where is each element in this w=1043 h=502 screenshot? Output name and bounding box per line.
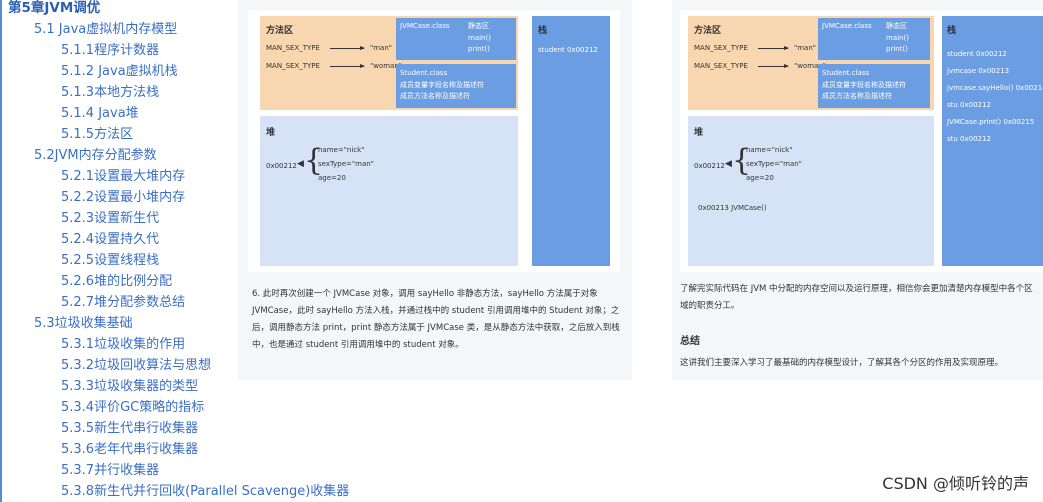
arrow-left-icon: ◀ bbox=[725, 159, 732, 169]
method-area-box: 方法区 MAN_SEX_TYPE "man" MAN_SEX_TYPE "wom… bbox=[688, 16, 934, 110]
static-area-label: 静态区 bbox=[886, 22, 907, 30]
field-man-sex-type-1: MAN_SEX_TYPE bbox=[266, 44, 320, 52]
toc-item-5-3-1[interactable]: 5.3.1垃圾收集的作用 bbox=[61, 337, 185, 353]
obj-age: age=20 bbox=[318, 174, 346, 182]
method-area-title: 方法区 bbox=[694, 26, 722, 36]
heap-address: 0x00212 bbox=[694, 162, 725, 170]
toc-item-5-3-5[interactable]: 5.3.5新生代串行收集器 bbox=[61, 421, 198, 437]
heap-box: 堆 0x00212 ◀ { name="nick" sexType="man" … bbox=[688, 116, 934, 266]
toc-item-5-2-3[interactable]: 5.2.3设置新生代 bbox=[61, 211, 159, 227]
obj-age: age=20 bbox=[746, 174, 774, 182]
stack-item: student 0x00212 bbox=[947, 50, 1007, 58]
stack-item: jvmcase 0x00213 bbox=[947, 67, 1010, 75]
summary-text: 这讲我们主要深入学习了最基础的内存模型设计，了解其各个分区的作用及实现原理。 bbox=[680, 358, 1004, 368]
toc-item-5-3-8[interactable]: 5.3.8新生代并行回收(Parallel Scavenge)收集器 bbox=[61, 484, 349, 500]
table-of-contents: 第5章JVM调优 5.1 Java虚拟机内存模型 5.1.1程序计数器 5.1.… bbox=[0, 0, 349, 502]
toc-item-5-2-2[interactable]: 5.2.2设置最小堆内存 bbox=[61, 190, 185, 206]
print-method: print() bbox=[468, 45, 490, 53]
student-class-box: Student.class 成员变量字段名称及描述符 成员方法名称及描述符 bbox=[818, 64, 930, 108]
stack-item: student 0x00212 bbox=[538, 46, 598, 54]
toc-item-5-2-4[interactable]: 5.2.4设置持久代 bbox=[61, 232, 159, 248]
main-method: main() bbox=[886, 34, 909, 42]
toc-item-5-2-6[interactable]: 5.2.6堆的比例分配 bbox=[61, 274, 172, 290]
stack-box: 栈 student 0x00212 bbox=[532, 16, 610, 266]
heap-box: 堆 0x00212 ◀ { name="nick" sexType="man" … bbox=[260, 116, 518, 266]
obj-sextype: sexType="man" bbox=[318, 160, 374, 168]
arrow-icon bbox=[758, 46, 789, 50]
method-area-box: 方法区 MAN_SEX_TYPE "man" MAN_SEX_TYPE "wom… bbox=[260, 16, 518, 110]
toc-item-5-3-7[interactable]: 5.3.7并行收集器 bbox=[61, 463, 159, 479]
method-area-title: 方法区 bbox=[266, 26, 294, 36]
student-methods: 成员方法名称及描述符 bbox=[400, 92, 470, 100]
obj-sextype: sexType="man" bbox=[746, 160, 802, 168]
arrow-icon bbox=[330, 64, 365, 68]
student-fields: 成员变量字段名称及描述符 bbox=[400, 81, 484, 89]
toc-item-5-2-5[interactable]: 5.2.5设置线程栈 bbox=[61, 253, 159, 269]
toc-item-5-3-4[interactable]: 5.3.4评价GC策略的指标 bbox=[61, 400, 204, 416]
jvmcase-object: 0x00213 JVMCase() bbox=[698, 204, 767, 212]
toc-item-5-1-4[interactable]: 5.1.4 Java堆 bbox=[61, 106, 139, 122]
stack-title: 栈 bbox=[947, 26, 957, 36]
toc-item-5-3-2[interactable]: 5.3.2垃圾回收算法与思想 bbox=[61, 358, 211, 374]
toc-item-5-3-6[interactable]: 5.3.6老年代串行收集器 bbox=[61, 442, 198, 458]
right-screenshot-panel: 方法区 MAN_SEX_TYPE "man" MAN_SEX_TYPE "wom… bbox=[672, 0, 1043, 380]
value-man: "man" bbox=[370, 44, 392, 52]
static-area-label: 静态区 bbox=[468, 22, 489, 30]
toc-item-5-1-2[interactable]: 5.1.2 Java虚拟机栈 bbox=[61, 64, 178, 80]
main-method: main() bbox=[468, 34, 491, 42]
stack-item: JVMCase.print() 0x00215 bbox=[947, 118, 1035, 126]
toc-item-5-2-1[interactable]: 5.2.1设置最大堆内存 bbox=[61, 169, 185, 185]
stack-box: 栈 student 0x00212 jvmcase 0x00213 jvmcas… bbox=[942, 16, 1043, 266]
jvmcase-class-box: JVMCase.class 静态区 main() print() bbox=[396, 18, 516, 60]
toc-item-5-2-7[interactable]: 5.2.7堆分配参数总结 bbox=[61, 295, 185, 311]
obj-name: name="nick" bbox=[746, 146, 793, 154]
field-man-sex-type-2: MAN_SEX_TYPE bbox=[694, 62, 748, 70]
student-methods: 成员方法名称及描述符 bbox=[822, 92, 892, 100]
right-memory-diagram: 方法区 MAN_SEX_TYPE "man" MAN_SEX_TYPE "wom… bbox=[680, 10, 1043, 272]
toc-item-5-3-3[interactable]: 5.3.3垃圾收集器的类型 bbox=[61, 379, 198, 395]
arrow-left-icon: ◀ bbox=[297, 159, 304, 169]
stack-item: jvmcase.sayHello() 0x00214 bbox=[947, 84, 1043, 92]
heap-title: 堆 bbox=[266, 128, 276, 138]
csdn-watermark: CSDN @倾听铃的声 bbox=[882, 474, 1029, 493]
toc-item-5-1[interactable]: 5.1 Java虚拟机内存模型 bbox=[34, 22, 177, 38]
obj-name: name="nick" bbox=[318, 146, 365, 154]
toc-item-5-1-1[interactable]: 5.1.1程序计数器 bbox=[61, 43, 159, 59]
field-man-sex-type-2: MAN_SEX_TYPE bbox=[266, 62, 320, 70]
jvmcase-class-label: JVMCase.class bbox=[400, 22, 450, 30]
arrow-icon bbox=[758, 64, 789, 68]
heap-title: 堆 bbox=[694, 128, 704, 138]
toc-item-5-2[interactable]: 5.2JVM内存分配参数 bbox=[34, 148, 157, 164]
student-class-label: Student.class bbox=[400, 69, 448, 77]
heap-address: 0x00212 bbox=[266, 162, 297, 170]
field-man-sex-type-1: MAN_SEX_TYPE bbox=[694, 44, 748, 52]
toc-item-5-1-3[interactable]: 5.1.3本地方法栈 bbox=[61, 85, 159, 101]
jvmcase-class-label: JVMCase.class bbox=[822, 22, 872, 30]
toc-chapter-5[interactable]: 第5章JVM调优 bbox=[8, 0, 100, 16]
left-paragraph: 6. 此时再次创建一个 JVMCase 对象，调用 sayHello 非静态方法… bbox=[252, 289, 620, 350]
summary-heading: 总结 bbox=[680, 336, 700, 347]
stack-item: stu 0x00212 bbox=[947, 135, 991, 143]
left-memory-diagram: 方法区 MAN_SEX_TYPE "man" MAN_SEX_TYPE "wom… bbox=[248, 10, 620, 272]
print-method: print() bbox=[886, 45, 908, 53]
student-class-label: Student.class bbox=[822, 69, 870, 77]
stack-item: stu 0x00212 bbox=[947, 101, 991, 109]
value-man: "man" bbox=[794, 44, 816, 52]
left-screenshot-panel: 方法区 MAN_SEX_TYPE "man" MAN_SEX_TYPE "wom… bbox=[238, 0, 632, 380]
jvmcase-class-box: JVMCase.class 静态区 main() print() bbox=[818, 18, 930, 60]
arrow-icon bbox=[330, 46, 365, 50]
student-fields: 成员变量字段名称及描述符 bbox=[822, 81, 906, 89]
student-class-box: Student.class 成员变量字段名称及描述符 成员方法名称及描述符 bbox=[396, 64, 516, 108]
right-paragraph: 了解完实际代码在 JVM 中分配的内存空间以及运行原理，相信你会更加清楚内存模型… bbox=[680, 284, 1033, 311]
toc-item-5-1-5[interactable]: 5.1.5方法区 bbox=[61, 127, 133, 143]
toc-item-5-3[interactable]: 5.3垃圾收集基础 bbox=[34, 316, 133, 332]
toc-left-border bbox=[0, 0, 2, 502]
stack-title: 栈 bbox=[538, 26, 548, 36]
